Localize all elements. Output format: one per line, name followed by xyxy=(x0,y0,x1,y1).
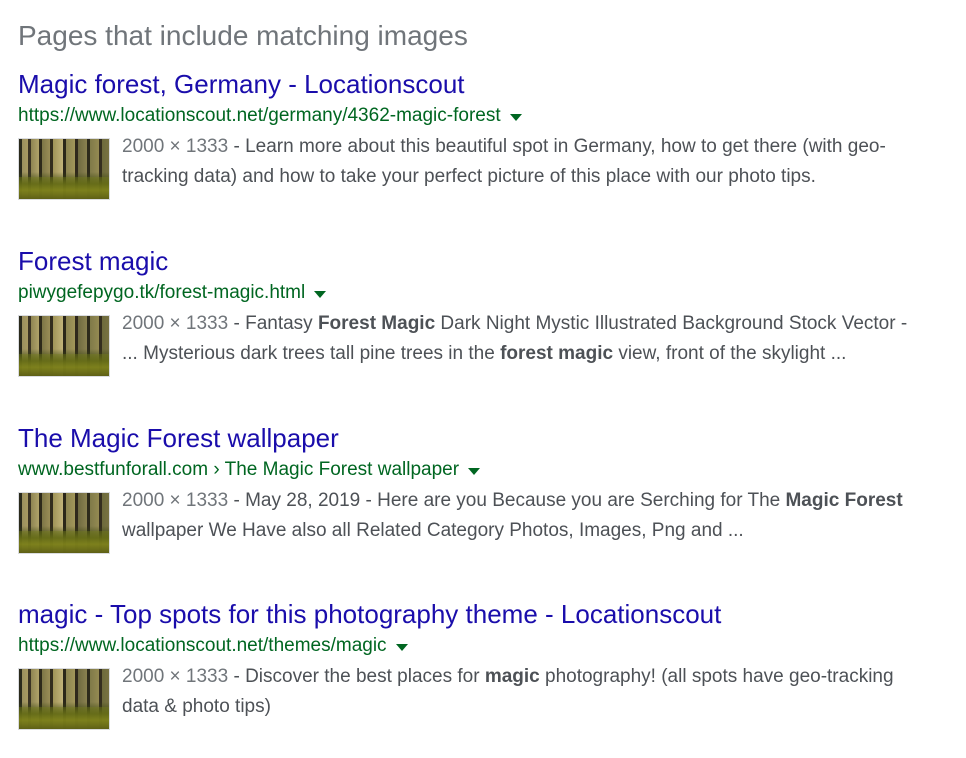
image-dimensions: 2000 × 1333 xyxy=(122,666,229,687)
snippet-highlight: magic xyxy=(484,666,540,687)
section-heading: Pages that include matching images xyxy=(18,20,468,51)
dropdown-arrow-icon[interactable] xyxy=(395,643,408,651)
result-url-row: piwygefepygo.tk/forest-magic.html xyxy=(18,280,948,306)
result-title-link[interactable]: Magic forest, Germany - Locationscout xyxy=(18,68,948,100)
forest-thumbnail-image[interactable] xyxy=(18,668,110,730)
result-title-link[interactable]: magic - Top spots for this photography t… xyxy=(18,598,948,630)
snippet-highlight: forest magic xyxy=(500,343,614,364)
result-snippet: 2000 × 1333 - Discover the best places f… xyxy=(122,662,922,730)
forest-thumbnail-image[interactable] xyxy=(18,492,110,554)
search-result: Forest magic piwygefepygo.tk/forest-magi… xyxy=(18,245,948,377)
result-snippet: 2000 × 1333 - May 28, 2019 - Here are yo… xyxy=(122,486,922,554)
dropdown-arrow-icon[interactable] xyxy=(314,290,327,298)
result-url[interactable]: piwygefepygo.tk/forest-magic.html xyxy=(18,282,305,304)
result-url[interactable]: https://www.locationscout.net/themes/mag… xyxy=(18,635,387,657)
image-dimensions: 2000 × 1333 xyxy=(122,490,229,511)
snippet-text: - Fantasy xyxy=(228,313,318,334)
result-url-row: https://www.locationscout.net/germany/43… xyxy=(18,103,948,129)
result-url-row: www.bestfunforall.com › The Magic Forest… xyxy=(18,457,948,483)
result-body: 2000 × 1333 - Discover the best places f… xyxy=(18,666,948,730)
result-snippet: 2000 × 1333 - Fantasy Forest Magic Dark … xyxy=(122,309,922,377)
search-result: Magic forest, Germany - Locationscout ht… xyxy=(18,68,948,200)
result-body: 2000 × 1333 - Fantasy Forest Magic Dark … xyxy=(18,313,948,377)
dropdown-arrow-icon[interactable] xyxy=(468,467,481,475)
dropdown-arrow-icon[interactable] xyxy=(509,113,522,121)
snippet-highlight: Forest Magic xyxy=(317,313,436,334)
result-url[interactable]: www.bestfunforall.com › The Magic Forest… xyxy=(18,459,459,481)
result-url[interactable]: https://www.locationscout.net/germany/43… xyxy=(18,105,501,127)
result-title-link[interactable]: The Magic Forest wallpaper xyxy=(18,422,948,454)
snippet-text: - Learn more about this beautiful spot i… xyxy=(122,136,886,187)
result-snippet: 2000 × 1333 - Learn more about this beau… xyxy=(122,132,922,200)
snippet-text: wallpaper We Have also all Related Categ… xyxy=(122,520,744,541)
forest-thumbnail-image[interactable] xyxy=(18,315,110,377)
result-url-row: https://www.locationscout.net/themes/mag… xyxy=(18,633,948,659)
image-dimensions: 2000 × 1333 xyxy=(122,136,229,157)
search-result: The Magic Forest wallpaper www.bestfunfo… xyxy=(18,422,948,554)
snippet-text: - Discover the best places for xyxy=(228,666,485,687)
image-dimensions: 2000 × 1333 xyxy=(122,313,229,334)
search-result: magic - Top spots for this photography t… xyxy=(18,598,948,730)
snippet-highlight: Magic Forest xyxy=(785,490,903,511)
result-body: 2000 × 1333 - Learn more about this beau… xyxy=(18,136,948,200)
result-body: 2000 × 1333 - May 28, 2019 - Here are yo… xyxy=(18,490,948,554)
snippet-text: view, front of the skylight ... xyxy=(613,343,847,364)
forest-thumbnail-image[interactable] xyxy=(18,138,110,200)
result-title-link[interactable]: Forest magic xyxy=(18,245,948,277)
snippet-text: - May 28, 2019 - Here are you Because yo… xyxy=(228,490,786,511)
